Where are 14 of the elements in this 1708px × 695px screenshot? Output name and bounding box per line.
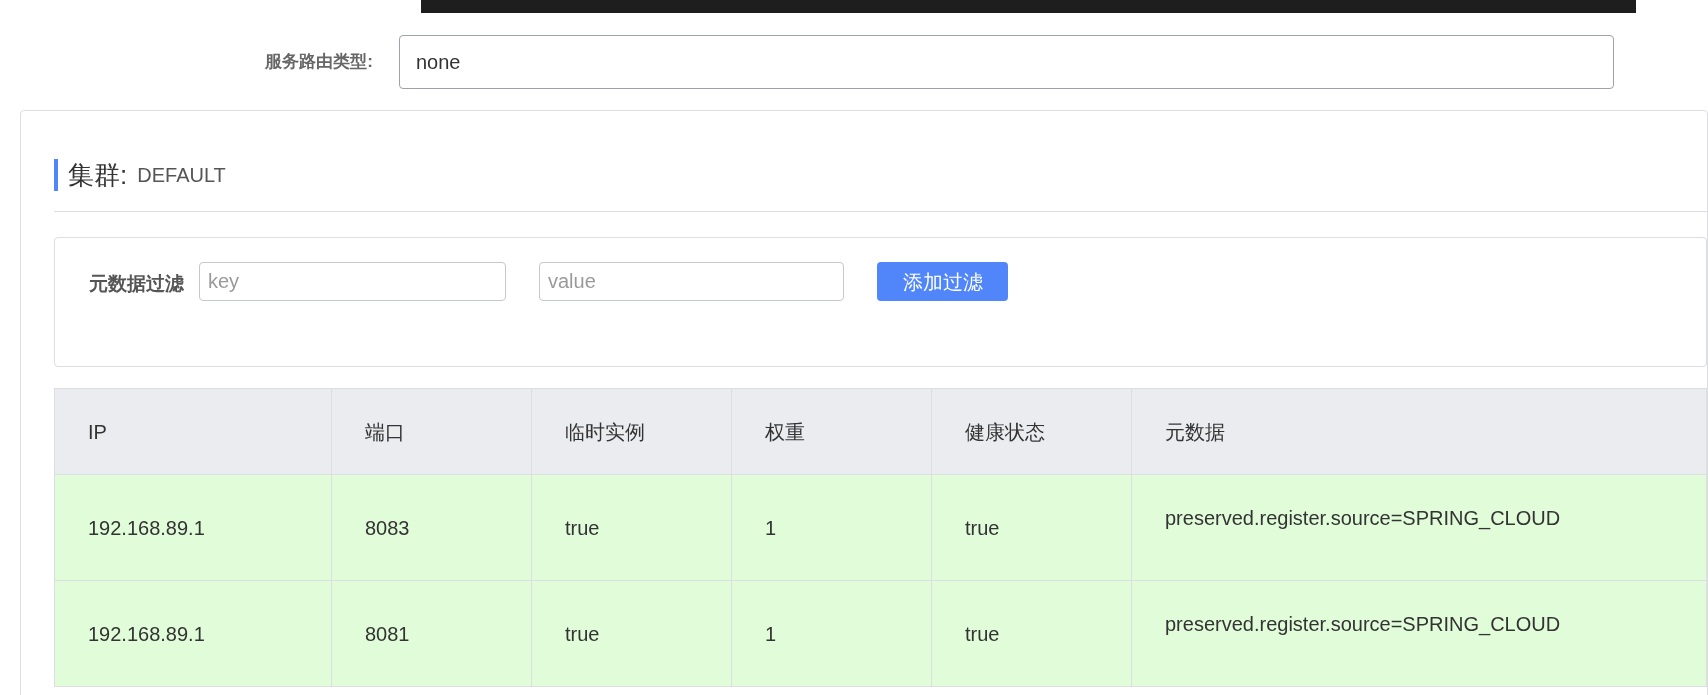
route-type-label: 服务路由类型:: [264, 51, 374, 74]
route-type-field[interactable]: none: [399, 35, 1614, 89]
table-cell: 192.168.89.1: [55, 581, 332, 686]
table-cell: true: [532, 581, 732, 686]
cluster-label: 集群:: [68, 158, 128, 192]
value-field[interactable]: value: [539, 262, 844, 301]
table-cell: 1: [732, 581, 932, 686]
table-cell: preserved.register.source=SPRING_CLOUD: [1132, 581, 1707, 686]
key-field[interactable]: key: [199, 262, 506, 301]
accent-bar: [54, 159, 58, 191]
filter-label: 元数据过滤: [89, 272, 185, 296]
table-cell: 8081: [332, 581, 532, 686]
cluster-name: DEFAULT: [137, 163, 226, 188]
table-cell: true: [932, 581, 1132, 686]
